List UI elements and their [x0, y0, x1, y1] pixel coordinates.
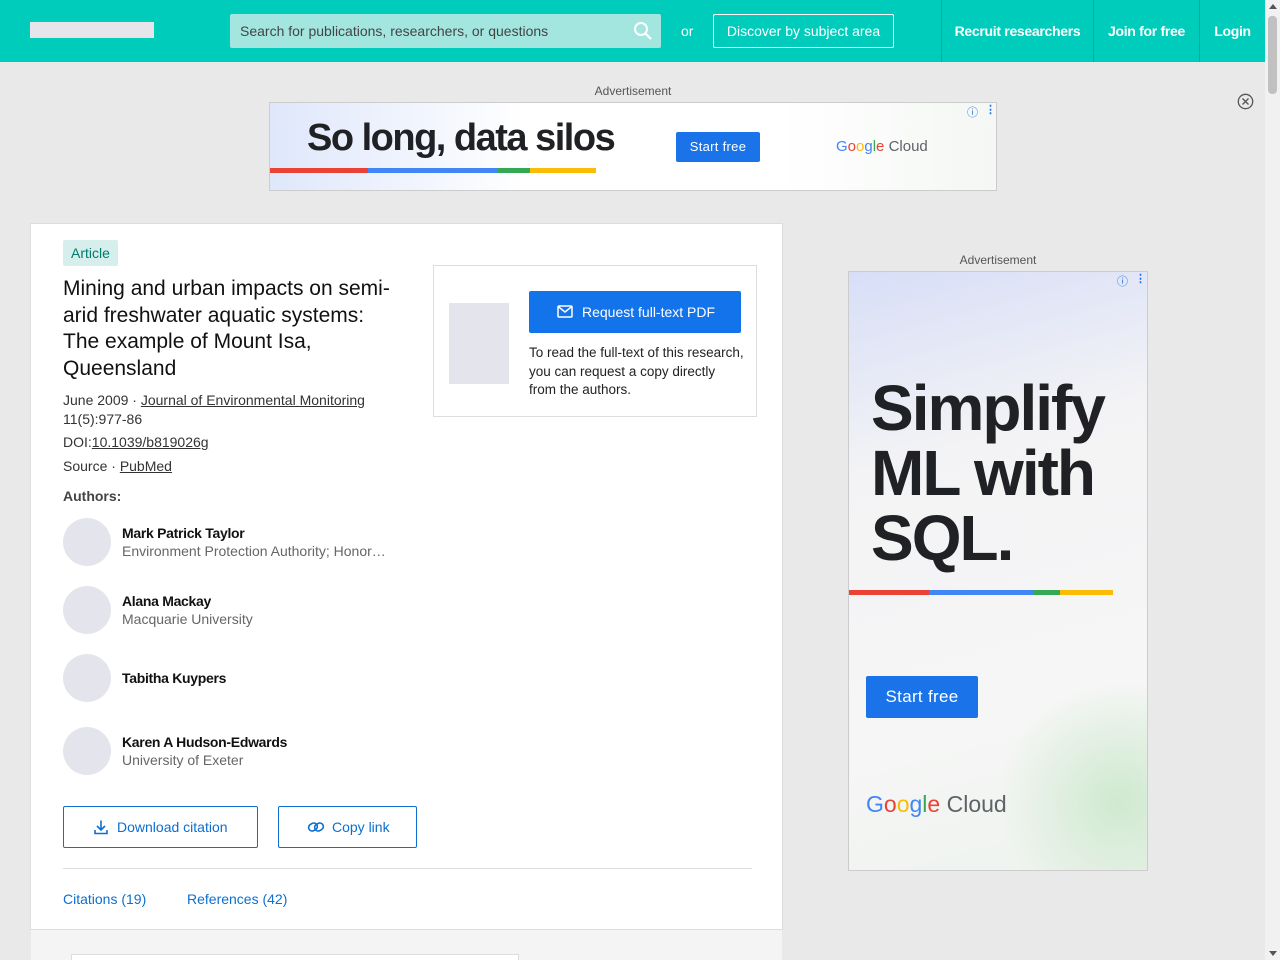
copy-link-label: Copy link: [332, 819, 390, 835]
avatar[interactable]: [63, 654, 111, 702]
source-label: Source ·: [63, 458, 120, 474]
ad-start-free-button[interactable]: Start free: [676, 132, 760, 162]
logo-letter: e: [927, 791, 941, 817]
author-name[interactable]: Mark Patrick Taylor: [122, 525, 245, 541]
download-icon: [94, 820, 108, 835]
avatar[interactable]: [63, 518, 111, 566]
article-card: Article Mining and urban impacts on semi…: [30, 223, 783, 930]
author-item[interactable]: Tabitha Kuypers: [63, 654, 403, 702]
logo-letter: o: [896, 791, 910, 817]
ad-info-icon[interactable]: ⓘ: [967, 104, 978, 120]
scrollbar-thumb[interactable]: [1268, 16, 1277, 94]
author-name[interactable]: Tabitha Kuypers: [122, 670, 226, 686]
ad-info-icon[interactable]: ⓘ: [1117, 273, 1128, 289]
ad-menu-icon[interactable]: ⋮: [1135, 272, 1146, 285]
logo-word-cloud: Cloud: [888, 138, 928, 155]
download-citation-label: Download citation: [117, 819, 228, 835]
authors-heading: Authors:: [63, 488, 122, 504]
top-navigation-bar: or Discover by subject area Recruit rese…: [0, 0, 1265, 62]
avatar[interactable]: [63, 586, 111, 634]
google-cloud-logo: Google Cloud: [866, 791, 1007, 818]
section-divider: [63, 868, 752, 869]
publication-info: June 2009 · Journal of Environmental Mon…: [63, 392, 365, 408]
ad-label: Advertisement: [959, 253, 1037, 267]
request-full-text-label: Request full-text PDF: [582, 304, 716, 320]
avatar[interactable]: [63, 727, 111, 775]
ad-stripe-red: [270, 168, 368, 173]
logo-letter: e: [876, 138, 885, 155]
discover-by-subject-button[interactable]: Discover by subject area: [713, 14, 894, 48]
google-cloud-logo: Google Cloud: [836, 138, 928, 155]
doi-line: DOI:10.1039/b819026g: [63, 434, 209, 450]
sidebar-ad[interactable]: ⓘ ⋮ Simplify ML with SQL. Start free Goo…: [848, 271, 1148, 871]
site-logo[interactable]: [30, 22, 154, 38]
or-text: or: [681, 23, 694, 39]
ad-stripe-yellow: [1060, 590, 1113, 595]
doi-label: DOI:: [63, 434, 92, 450]
ad-headline: So long, data silos: [307, 117, 616, 159]
login-link[interactable]: Login: [1200, 0, 1265, 62]
logo-letter: g: [909, 791, 923, 817]
link-icon: [307, 822, 325, 832]
search-input[interactable]: [240, 14, 620, 48]
envelope-icon: [557, 305, 573, 318]
page-scrollbar[interactable]: [1265, 0, 1280, 960]
source-line: Source · PubMed: [63, 458, 172, 474]
journal-link[interactable]: Journal of Environmental Monitoring: [141, 392, 365, 408]
lower-content-card: [71, 954, 519, 960]
author-item[interactable]: Alana Mackay Macquarie University: [63, 586, 403, 634]
tab-references[interactable]: References (42): [187, 891, 287, 907]
close-ad-icon[interactable]: [1237, 93, 1254, 110]
doi-link[interactable]: 10.1039/b819026g: [92, 434, 209, 450]
author-affiliation: University of Exeter: [122, 752, 244, 768]
publication-date: June 2009 ·: [63, 392, 141, 408]
search-box[interactable]: [230, 14, 661, 48]
ad-menu-icon[interactable]: ⋮: [985, 103, 996, 116]
request-description: To read the full-text of this research, …: [529, 345, 744, 397]
ad-stripe-green: [1034, 590, 1060, 595]
logo-letter: G: [866, 791, 884, 817]
logo-letter: g: [864, 138, 873, 155]
article-type-badge: Article: [63, 240, 118, 266]
logo-letter: o: [883, 791, 897, 817]
scroll-down-arrow-icon[interactable]: [1269, 951, 1277, 956]
ad-label: Advertisement: [594, 84, 672, 98]
top-banner-ad[interactable]: So long, data silos Start free Google Cl…: [269, 102, 997, 191]
tab-citations[interactable]: Citations (19): [63, 891, 146, 907]
article-title: Mining and urban impacts on semi-arid fr…: [63, 277, 390, 380]
ad-stripe-green: [498, 168, 530, 173]
author-affiliation: Macquarie University: [122, 611, 253, 627]
download-citation-button[interactable]: Download citation: [63, 806, 258, 848]
join-for-free-link[interactable]: Join for free: [1094, 0, 1199, 62]
request-full-text-button[interactable]: Request full-text PDF: [529, 291, 741, 333]
ad-stripe-yellow: [530, 168, 596, 173]
author-item[interactable]: Mark Patrick Taylor Environment Protecti…: [63, 518, 403, 566]
request-full-text-panel: Request full-text PDF To read the full-t…: [433, 265, 757, 417]
logo-word-cloud: Cloud: [946, 791, 1007, 817]
source-link[interactable]: PubMed: [120, 458, 172, 474]
search-icon[interactable]: [633, 21, 653, 41]
author-name[interactable]: Karen A Hudson-Edwards: [122, 734, 287, 750]
ad-headline: Simplify ML with SQL.: [871, 372, 1106, 574]
copy-link-button[interactable]: Copy link: [278, 806, 417, 848]
logo-letter: G: [836, 138, 848, 155]
scroll-up-arrow-icon[interactable]: [1269, 4, 1277, 9]
volume-pages: 11(5):977-86: [63, 411, 143, 427]
author-affiliation: Environment Protection Authority; Honora…: [122, 543, 392, 559]
ad-stripe-blue: [368, 168, 498, 173]
ad-start-free-button[interactable]: Start free: [866, 676, 978, 718]
logo-letter: o: [847, 138, 857, 155]
ad-stripe-blue: [929, 590, 1034, 595]
author-name[interactable]: Alana Mackay: [122, 593, 211, 609]
ad-stripe-red: [849, 590, 929, 595]
author-item[interactable]: Karen A Hudson-Edwards University of Exe…: [63, 727, 403, 775]
pdf-thumbnail: [449, 303, 509, 384]
recruit-researchers-link[interactable]: Recruit researchers: [942, 0, 1093, 62]
